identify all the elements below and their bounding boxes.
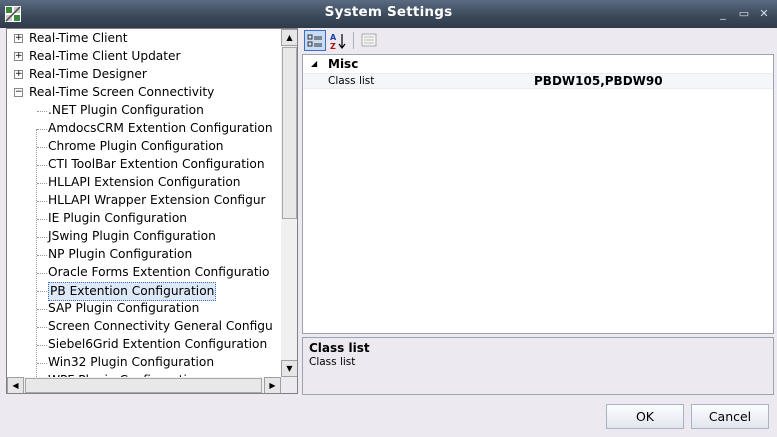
close-button[interactable]: ✕ [757, 8, 771, 22]
tree-connector-dash [37, 165, 47, 166]
tree-connector-dash [37, 111, 47, 112]
minimize-button[interactable]: _ [716, 8, 730, 22]
property-value[interactable]: PBDW105,PBDW90 [534, 74, 663, 88]
window-title: System Settings [324, 4, 453, 20]
tree-connector-dash [37, 273, 47, 274]
tree-connector-dash [37, 345, 47, 346]
scroll-down-button[interactable]: ▼ [281, 360, 297, 377]
collapse-arrow-icon[interactable]: ◢ [311, 59, 317, 68]
property-pages-button[interactable] [358, 30, 380, 51]
tree-item-label: Siebel6Grid Extention Configuration [48, 337, 268, 351]
tree-item-label: .NET Plugin Configuration [48, 103, 204, 117]
description-panel: Class list Class list [302, 337, 774, 395]
tree-connector-dash [37, 255, 47, 256]
tree-connector-dash [37, 219, 47, 220]
toolbar-separator [353, 32, 354, 49]
tree-item-label: Oracle Forms Extention Configuratio [48, 265, 270, 279]
vertical-scroll-thumb[interactable] [282, 47, 297, 219]
tree-item-label: PB Extention Configuration [48, 282, 217, 301]
tree-item-label: HLLAPI Wrapper Extension Configur [48, 193, 266, 207]
tree-item-label: Real-Time Screen Connectivity [29, 85, 215, 99]
property-name: Class list [328, 75, 375, 87]
category-row-misc[interactable]: ◢ Misc [303, 57, 773, 73]
scroll-left-button[interactable]: ◀ [7, 377, 24, 393]
tree-item-label: Chrome Plugin Configuration [48, 139, 224, 153]
tree-item-label: SAP Plugin Configuration [48, 301, 200, 315]
ok-button[interactable]: OK [606, 404, 684, 429]
scroll-right-button[interactable]: ▶ [264, 377, 281, 393]
property-grid[interactable]: ◢ Misc Class list PBDW105,PBDW90 [302, 54, 774, 334]
tree-connector-dash [37, 201, 47, 202]
tree-connector-dash [37, 129, 47, 130]
settings-tree[interactable]: + Real-Time Client + Real-Time Client Updat… [6, 28, 298, 394]
svg-text:A: A [330, 33, 337, 42]
scroll-up-button[interactable]: ▲ [281, 29, 297, 46]
property-row-class-list[interactable]: Class list PBDW105,PBDW90 [303, 73, 773, 89]
categorized-button[interactable] [304, 30, 326, 51]
tree-item-label: Screen Connectivity General Configu [48, 319, 273, 333]
expand-icon[interactable]: + [14, 70, 23, 79]
tree-list: + Real-Time Client + Real-Time Client Updat… [7, 29, 281, 377]
tree-item-label: JSwing Plugin Configuration [48, 229, 216, 243]
alphabetical-button[interactable]: A Z [327, 30, 349, 51]
tree-item-label: HLLAPI Extension Configuration [48, 175, 241, 189]
categorized-icon [307, 34, 322, 47]
expand-icon[interactable]: + [14, 52, 23, 61]
cancel-button[interactable]: Cancel [691, 404, 769, 429]
tree-item-label: Win32 Plugin Configuration [48, 355, 215, 369]
property-grid-toolbar: A Z [302, 30, 774, 52]
tree-item-label: Real-Time Client [29, 31, 128, 45]
tree-connector-dash [37, 183, 47, 184]
maximize-button[interactable]: ▭ [737, 8, 751, 22]
tree-vertical-scrollbar[interactable]: ▲ ▼ [281, 29, 297, 377]
tree-horizontal-scrollbar[interactable]: ◀ ▶ [7, 377, 281, 393]
tree-connector-dash [37, 291, 47, 292]
svg-text:Z: Z [330, 42, 336, 50]
expand-icon[interactable]: + [14, 34, 23, 43]
tree-item-label: Real-Time Client Updater [29, 49, 181, 63]
property-pages-icon [361, 33, 377, 47]
description-title: Class list [309, 341, 370, 355]
tree-connector-dash [37, 147, 47, 148]
tree-connector-dash [37, 363, 47, 364]
collapse-icon[interactable]: − [14, 88, 23, 97]
tree-item-label: Real-Time Designer [29, 67, 147, 81]
description-text: Class list [309, 356, 356, 368]
category-name: Misc [328, 57, 359, 71]
tree-item-label: IE Plugin Configuration [48, 211, 188, 225]
title-bar: System Settings _ ▭ ✕ [0, 0, 777, 28]
tree-connector-dash [37, 309, 47, 310]
scroll-corner [281, 377, 297, 393]
tree-connector-dash [37, 327, 47, 328]
dialog-footer: OK Cancel [0, 396, 777, 437]
horizontal-scroll-thumb[interactable] [25, 378, 262, 393]
tree-item-label: CTI ToolBar Extention Configuration [48, 157, 265, 171]
sort-az-icon: A Z [330, 33, 346, 51]
tree-connector [36, 129, 37, 377]
tree-item-label: NP Plugin Configuration [48, 247, 193, 261]
tree-connector-dash [37, 237, 47, 238]
tree-item-label: AmdocsCRM Extention Configuration [48, 121, 273, 135]
